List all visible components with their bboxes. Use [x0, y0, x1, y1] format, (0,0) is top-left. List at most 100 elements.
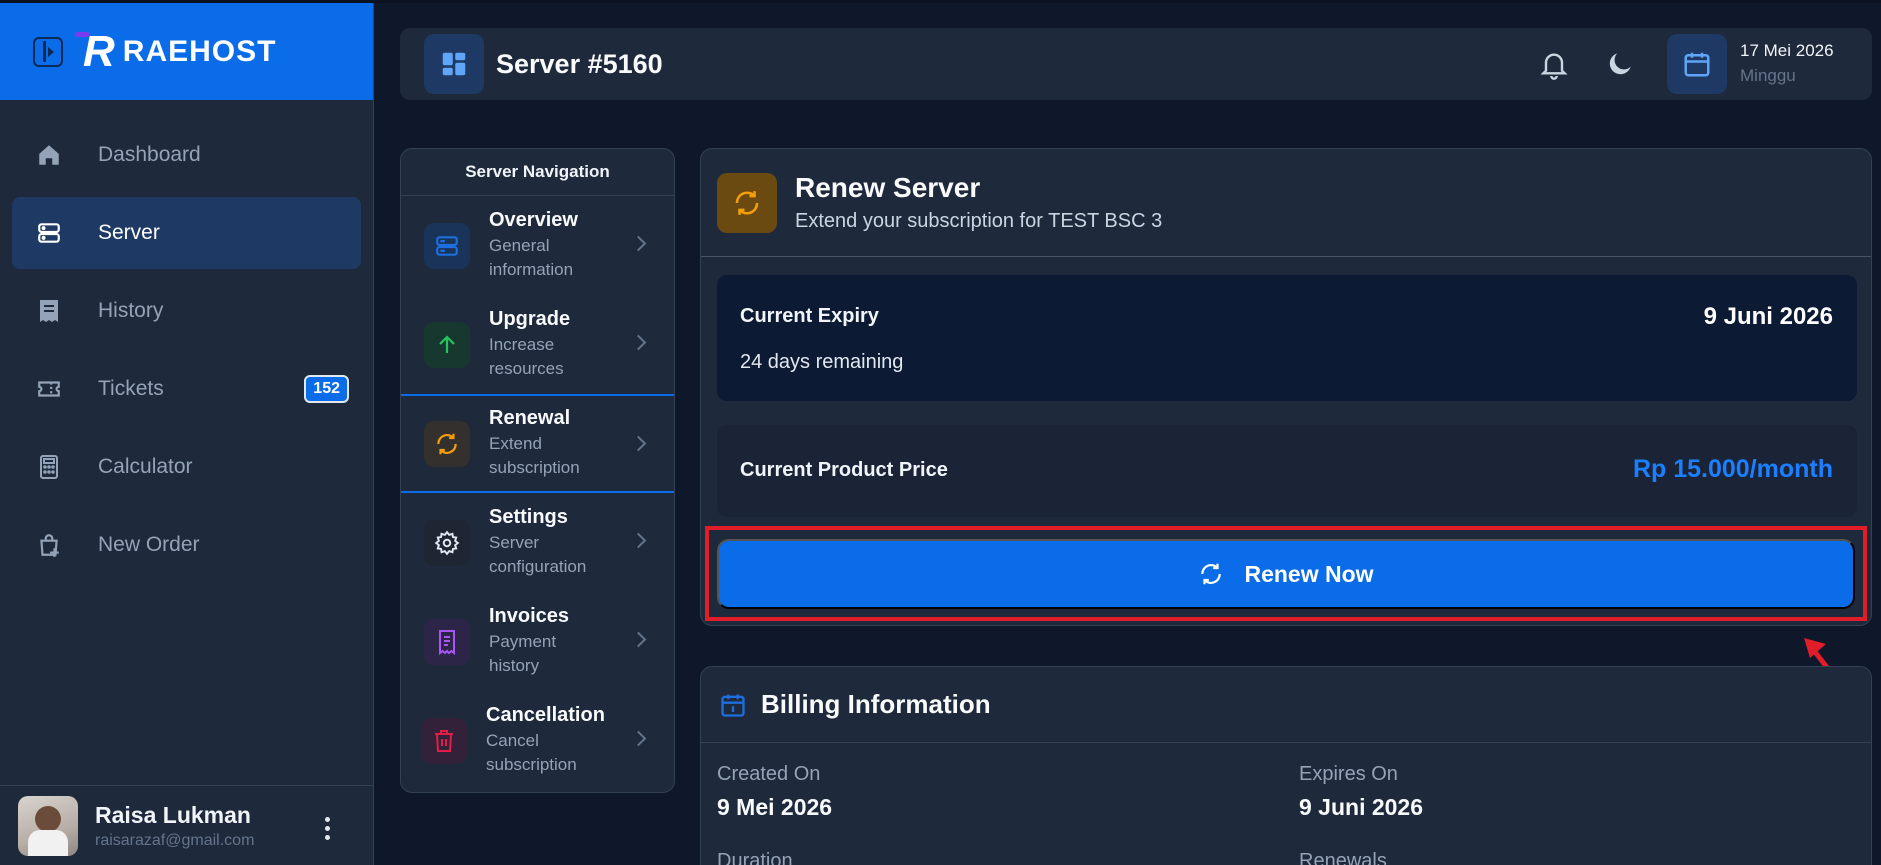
page-header: Server #5160 17 Mei 2026 Minggu [400, 28, 1872, 100]
chevron-right-icon [630, 730, 647, 747]
server-navigation-title: Server Navigation [401, 149, 674, 196]
dashboard-grid-icon [424, 34, 484, 94]
server-nav-overview[interactable]: Overview General information [401, 196, 674, 295]
chevron-right-icon [630, 334, 647, 351]
bell-icon[interactable] [1538, 48, 1570, 85]
receipt-icon [34, 296, 64, 326]
renew-server-card: Renew Server Extend your subscription fo… [700, 148, 1872, 626]
renewals-field: Renewals [1299, 850, 1387, 865]
server-icon [34, 218, 64, 248]
arrow-up-icon [424, 321, 470, 368]
renewals-label: Renewals [1299, 850, 1387, 865]
brand-logo-icon: R [75, 26, 115, 76]
tickets-count-badge: 152 [304, 375, 349, 403]
server-nav-settings[interactable]: Settings Server configuration [401, 493, 674, 592]
page-title: Server #5160 [496, 48, 663, 79]
more-options-icon[interactable] [325, 817, 330, 844]
billing-title: Billing Information [761, 689, 991, 719]
created-on-label: Created On [717, 763, 821, 785]
server-nav-subtitle: Extend subscription [489, 434, 580, 477]
sidebar-item-label: Calculator [98, 455, 193, 478]
sidebar: R RAEHOST Dashboard Server History Ticke… [0, 3, 374, 865]
created-on-field: Created On 9 Mei 2026 [717, 763, 832, 821]
sidebar-toggle-icon[interactable] [33, 36, 63, 67]
renew-card-title: Renew Server [795, 172, 981, 203]
server-nav-title: Overview [489, 209, 578, 231]
day-label: Minggu [1740, 66, 1796, 85]
sidebar-item-label: Server [98, 221, 160, 244]
refresh-icon [1198, 561, 1224, 587]
price-label: Current Product Price [740, 459, 948, 481]
sidebar-nav: Dashboard Server History Tickets 152 Cal… [0, 100, 373, 581]
brand-name: RAEHOST [122, 34, 277, 68]
renew-now-button[interactable]: Renew Now [717, 539, 1855, 609]
chevron-right-icon [630, 235, 647, 252]
sidebar-item-calculator[interactable]: Calculator [12, 431, 361, 503]
current-date: 17 Mei 2026 Minggu [1740, 41, 1834, 86]
server-nav-subtitle: Payment history [489, 632, 557, 675]
created-on-value: 9 Mei 2026 [717, 794, 833, 820]
billing-card-header: Billing Information [701, 667, 1871, 743]
current-expiry-box: Current Expiry 9 Juni 2026 24 days remai… [717, 275, 1857, 401]
expires-on-value: 9 Juni 2026 [1299, 794, 1424, 820]
chevron-right-icon [630, 532, 647, 549]
server-navigation-panel: Server Navigation Overview General infor… [400, 148, 675, 793]
expires-on-label: Expires On [1299, 763, 1398, 785]
server-nav-invoices[interactable]: Invoices Payment history [401, 592, 674, 691]
date-label: 17 Mei 2026 [1740, 41, 1834, 60]
calculator-icon [34, 452, 64, 482]
sidebar-item-label: New Order [98, 533, 200, 556]
avatar [18, 795, 78, 856]
billing-information-card: Billing Information Created On 9 Mei 202… [700, 666, 1872, 865]
user-name: Raisa Lukman [95, 801, 251, 828]
sidebar-item-dashboard[interactable]: Dashboard [12, 119, 361, 191]
server-nav-subtitle: Cancel subscription [486, 731, 577, 774]
server-nav-subtitle: General information [489, 236, 574, 279]
moon-icon[interactable] [1604, 48, 1636, 85]
expiry-label: Current Expiry [740, 305, 879, 327]
gear-icon [424, 519, 470, 566]
expires-on-field: Expires On 9 Juni 2026 [1299, 763, 1423, 821]
server-nav-upgrade[interactable]: Upgrade Increase resources [401, 295, 674, 394]
sidebar-item-server[interactable]: Server [12, 197, 361, 269]
sidebar-item-new-order[interactable]: New Order [12, 509, 361, 581]
sidebar-item-label: Dashboard [98, 143, 201, 166]
server-nav-cancellation[interactable]: Cancellation Cancel subscription [401, 691, 674, 790]
user-profile[interactable]: Raisa Lukman raisarazaf@gmail.com [0, 785, 374, 865]
current-price-box: Current Product Price Rp 15.000/month [717, 425, 1857, 517]
chevron-right-icon [630, 631, 647, 648]
server-nav-subtitle: Server configuration [489, 533, 587, 576]
days-remaining: 24 days remaining [740, 351, 904, 373]
server-nav-subtitle: Increase resources [489, 335, 564, 378]
sidebar-item-tickets[interactable]: Tickets 152 [12, 353, 361, 425]
refresh-icon [717, 172, 777, 233]
user-email: raisarazaf@gmail.com [95, 831, 255, 849]
shopping-bag-plus-icon [34, 530, 64, 560]
server-icon [424, 222, 470, 269]
price-value: Rp 15.000/month [1632, 455, 1833, 483]
sidebar-item-label: Tickets [98, 377, 164, 400]
chevron-right-icon [630, 435, 647, 452]
ticket-icon [34, 374, 64, 404]
highlight-box: Renew Now [705, 526, 1867, 621]
server-nav-title: Upgrade [489, 308, 571, 330]
calendar-icon [1667, 34, 1727, 94]
duration-label: Duration [717, 850, 793, 865]
server-nav-title: Cancellation [486, 704, 605, 726]
renew-card-subtitle: Extend your subscription for TEST BSC 3 [795, 210, 1163, 232]
refresh-icon [424, 420, 470, 467]
server-nav-title: Settings [489, 506, 568, 528]
server-nav-renewal[interactable]: Renewal Extend subscription [401, 394, 674, 493]
renew-now-label: Renew Now [1244, 560, 1374, 587]
renew-card-header: Renew Server Extend your subscription fo… [701, 149, 1871, 257]
calendar-icon [719, 691, 747, 719]
invoice-icon [424, 618, 470, 665]
expiry-date: 9 Juni 2026 [1703, 303, 1833, 330]
sidebar-item-label: History [98, 299, 164, 322]
server-nav-title: Invoices [489, 605, 570, 627]
sidebar-item-history[interactable]: History [12, 275, 361, 347]
server-nav-title: Renewal [489, 407, 571, 429]
duration-field: Duration [717, 850, 793, 865]
brand-bar: R RAEHOST [0, 3, 373, 100]
home-icon [34, 140, 64, 170]
